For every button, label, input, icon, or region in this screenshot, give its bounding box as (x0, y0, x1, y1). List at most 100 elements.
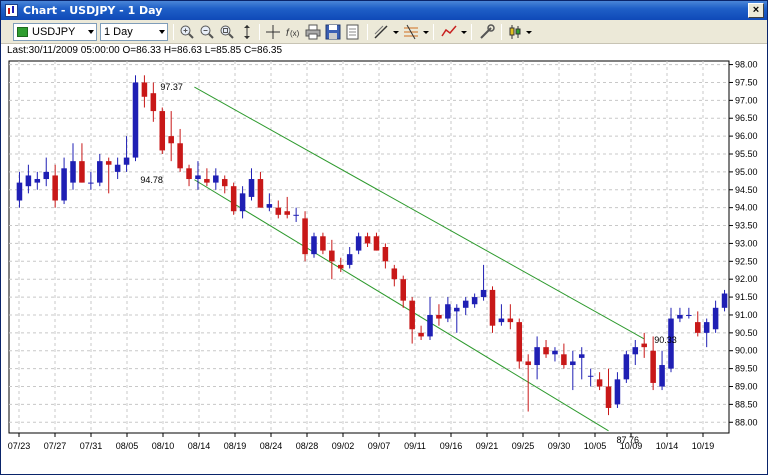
candle-body (677, 314, 683, 319)
toolbar-separator (433, 24, 434, 40)
candle-body (105, 161, 112, 165)
toolbar-separator (259, 24, 260, 40)
candle-type-icon[interactable] (507, 24, 523, 40)
x-tick-label: 08/14 (188, 441, 211, 451)
y-tick-label: 89.00 (735, 382, 758, 392)
function-icon[interactable]: f (x) (285, 24, 301, 40)
toolbar-separator (367, 24, 368, 40)
symbol-flag-icon (17, 27, 28, 37)
timeframe-value: 1 Day (104, 26, 133, 38)
candle-body (382, 247, 389, 262)
candle-body (703, 322, 710, 333)
x-tick-label: 10/14 (656, 441, 679, 451)
candle-body (311, 236, 317, 255)
candle-body (320, 236, 326, 251)
candle-body (97, 161, 103, 183)
candle (623, 350, 630, 383)
candle-body (123, 157, 130, 165)
toolbar-separator (501, 24, 502, 40)
crosshair-icon[interactable] (265, 24, 281, 40)
zoom-fit-icon[interactable] (219, 24, 235, 40)
chevron-down-icon[interactable] (461, 31, 467, 34)
toolbar-separator (471, 24, 472, 40)
candle-body (25, 175, 32, 187)
candle-body (150, 93, 157, 112)
candle (302, 211, 308, 262)
candle (159, 107, 166, 154)
chevron-down-icon[interactable] (526, 31, 532, 34)
y-tick-label: 92.50 (735, 256, 758, 266)
candle-body (632, 347, 639, 355)
x-tick-label: 09/11 (404, 441, 426, 451)
price-annotation-label: 94.78 (140, 175, 163, 185)
candle-body (400, 279, 407, 301)
y-tick-label: 93.00 (735, 238, 758, 248)
chevron-down-icon (159, 30, 165, 34)
candle-body (721, 293, 728, 308)
x-tick-label: 09/21 (476, 441, 499, 451)
candle-body (614, 379, 621, 405)
candle-body (525, 361, 531, 366)
candle-body (70, 161, 76, 183)
candle-body (88, 182, 94, 184)
candlestick-chart[interactable]: 98.00 97.50 97.00 96.50 96.00 95.50 95.00 94.50… (1, 58, 767, 474)
settings-icon[interactable] (479, 24, 495, 40)
candle-body (221, 179, 228, 187)
indicator-icon[interactable] (441, 24, 457, 40)
candle-body (641, 343, 647, 348)
save-icon[interactable] (325, 24, 341, 40)
draw-line-icon[interactable] (373, 24, 389, 40)
candle-body (712, 307, 719, 330)
candle-body (552, 350, 558, 355)
autoscale-icon[interactable] (239, 24, 255, 40)
x-tick-label: 08/10 (152, 441, 175, 451)
candle-body (534, 347, 540, 366)
print-icon[interactable] (305, 24, 321, 40)
chart-area[interactable]: 98.00 97.50 97.00 96.50 96.00 95.50 95.00 94.50… (1, 58, 767, 474)
candle-body (686, 314, 692, 316)
candle-body (623, 354, 630, 380)
x-tick-label: 10/19 (692, 441, 715, 451)
toolbar: USDJPY 1 Day f (x) (1, 20, 767, 44)
candle-body (168, 136, 174, 144)
candle-body (34, 179, 41, 183)
candle-body (364, 236, 371, 244)
candle-body (204, 179, 210, 183)
x-tick-label: 09/25 (512, 441, 535, 451)
y-tick-label: 95.00 (735, 167, 758, 177)
candle-body (132, 82, 139, 158)
candle-body (177, 143, 183, 169)
y-tick-label: 91.50 (735, 292, 758, 302)
price-annotation-label: 87.76 (617, 435, 640, 445)
candle-body (418, 332, 424, 337)
candle-body (445, 304, 451, 319)
candle-body (436, 314, 442, 319)
y-tick-label: 88.00 (735, 417, 758, 427)
y-tick-label: 95.50 (735, 149, 758, 159)
plot-frame (8, 60, 730, 434)
fibonacci-icon[interactable] (403, 24, 419, 40)
y-tick-label: 96.50 (735, 113, 758, 123)
candle-body (650, 350, 656, 383)
y-tick-label: 96.00 (735, 131, 758, 141)
zoom-out-icon[interactable] (199, 24, 215, 40)
symbol-select[interactable]: USDJPY (13, 23, 97, 41)
candle-body (659, 365, 665, 387)
candle-body (570, 361, 576, 366)
title-bar[interactable]: Chart - USDJPY - 1 Day × (1, 1, 767, 20)
candle (516, 318, 523, 369)
candle-body (284, 211, 290, 215)
chevron-down-icon[interactable] (393, 31, 399, 34)
candle-body (275, 207, 282, 215)
x-tick-label: 09/02 (332, 441, 355, 451)
x-tick-label: 09/16 (440, 441, 463, 451)
svg-text:(x): (x) (290, 29, 300, 38)
properties-icon[interactable] (345, 24, 361, 40)
candle-body (43, 171, 50, 180)
timeframe-select[interactable]: 1 Day (100, 23, 168, 41)
candle-body (373, 236, 380, 251)
zoom-in-icon[interactable] (179, 24, 195, 40)
close-button[interactable]: × (748, 3, 764, 18)
x-tick-label: 09/07 (368, 441, 391, 451)
chevron-down-icon[interactable] (423, 31, 429, 34)
